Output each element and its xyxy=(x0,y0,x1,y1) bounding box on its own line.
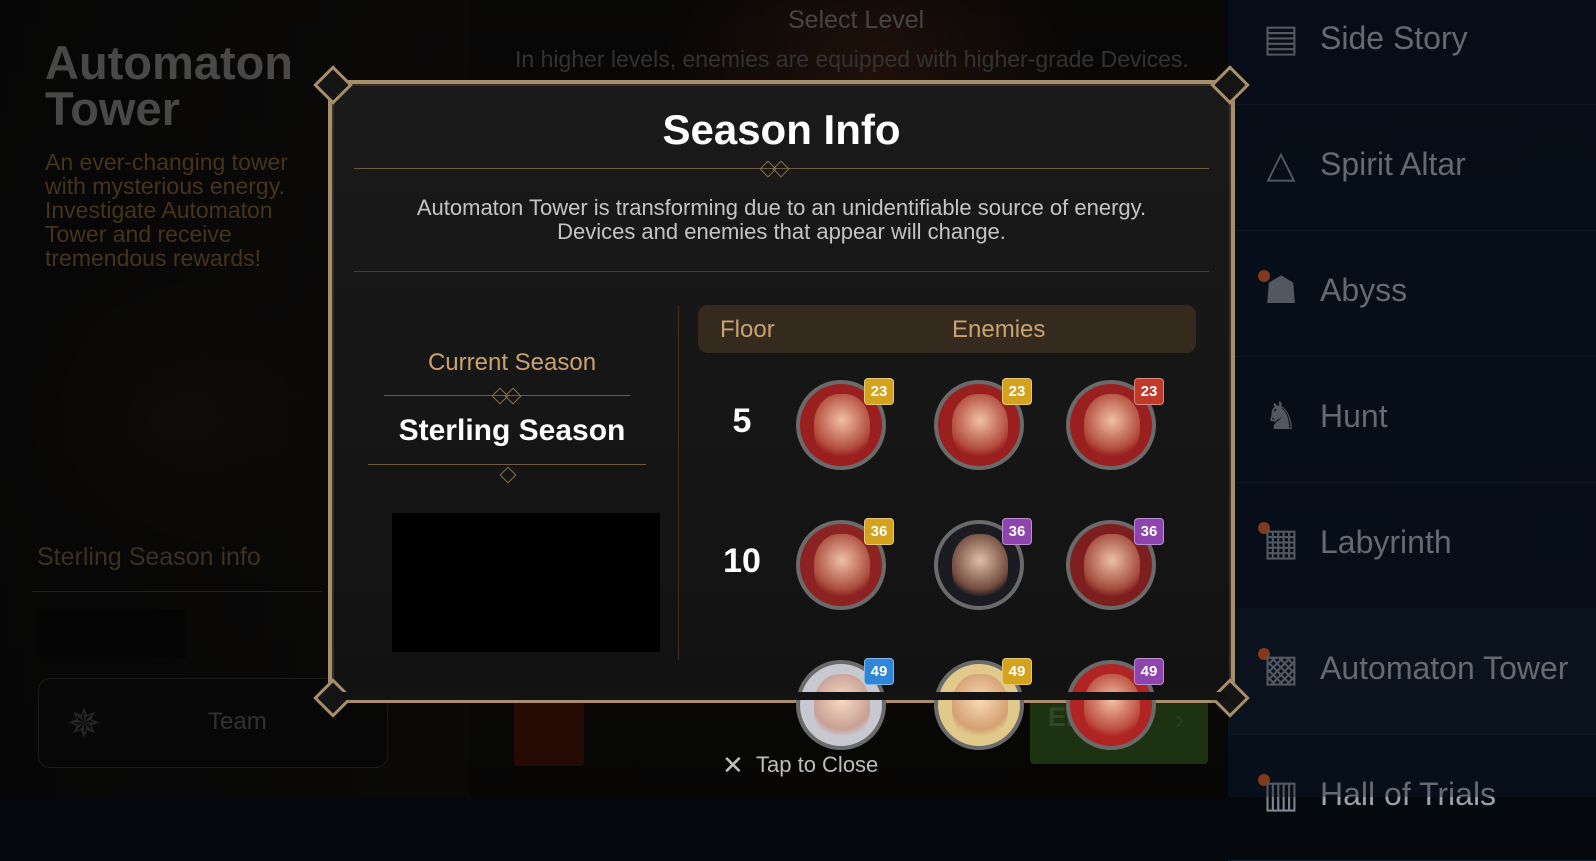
ornament-rule xyxy=(368,464,646,465)
ornament xyxy=(504,387,522,405)
column-divider xyxy=(678,306,679,660)
season-image-placeholder xyxy=(392,513,660,652)
modal-description: Automaton Tower is transforming due to a… xyxy=(332,196,1231,244)
level-badge: 23 xyxy=(864,378,894,405)
tap-to-close-label[interactable]: Tap to Close xyxy=(756,752,878,778)
season-info-modal: Season Info Automaton Tower is transform… xyxy=(313,65,1250,750)
ornament xyxy=(499,466,517,484)
level-badge: 23 xyxy=(1134,378,1164,405)
season-name: Sterling Season xyxy=(398,414,626,447)
enemies-header: Enemies xyxy=(952,316,1046,343)
level-badge: 36 xyxy=(1134,518,1164,545)
description-line: Automaton Tower is transforming due to a… xyxy=(416,195,1147,220)
ornament xyxy=(772,160,790,178)
current-season-label: Current Season xyxy=(427,349,597,376)
section-divider xyxy=(354,271,1209,272)
level-badge: 36 xyxy=(864,518,894,545)
description-line: Devices and enemies that appear will cha… xyxy=(557,219,1006,244)
close-icon[interactable]: ✕ xyxy=(722,750,744,781)
level-badge: 36 xyxy=(1002,518,1032,545)
modal-title: Season Info xyxy=(662,106,901,153)
level-badge: 49 xyxy=(1134,658,1164,685)
level-badge: 49 xyxy=(864,658,894,685)
floor-number: 10 xyxy=(723,542,761,580)
floor-number: 5 xyxy=(732,402,752,440)
level-badge: 23 xyxy=(1002,378,1032,405)
modal-bottom-mask xyxy=(336,692,1227,700)
level-badge: 49 xyxy=(1002,658,1032,685)
floor-header: Floor xyxy=(720,316,775,343)
